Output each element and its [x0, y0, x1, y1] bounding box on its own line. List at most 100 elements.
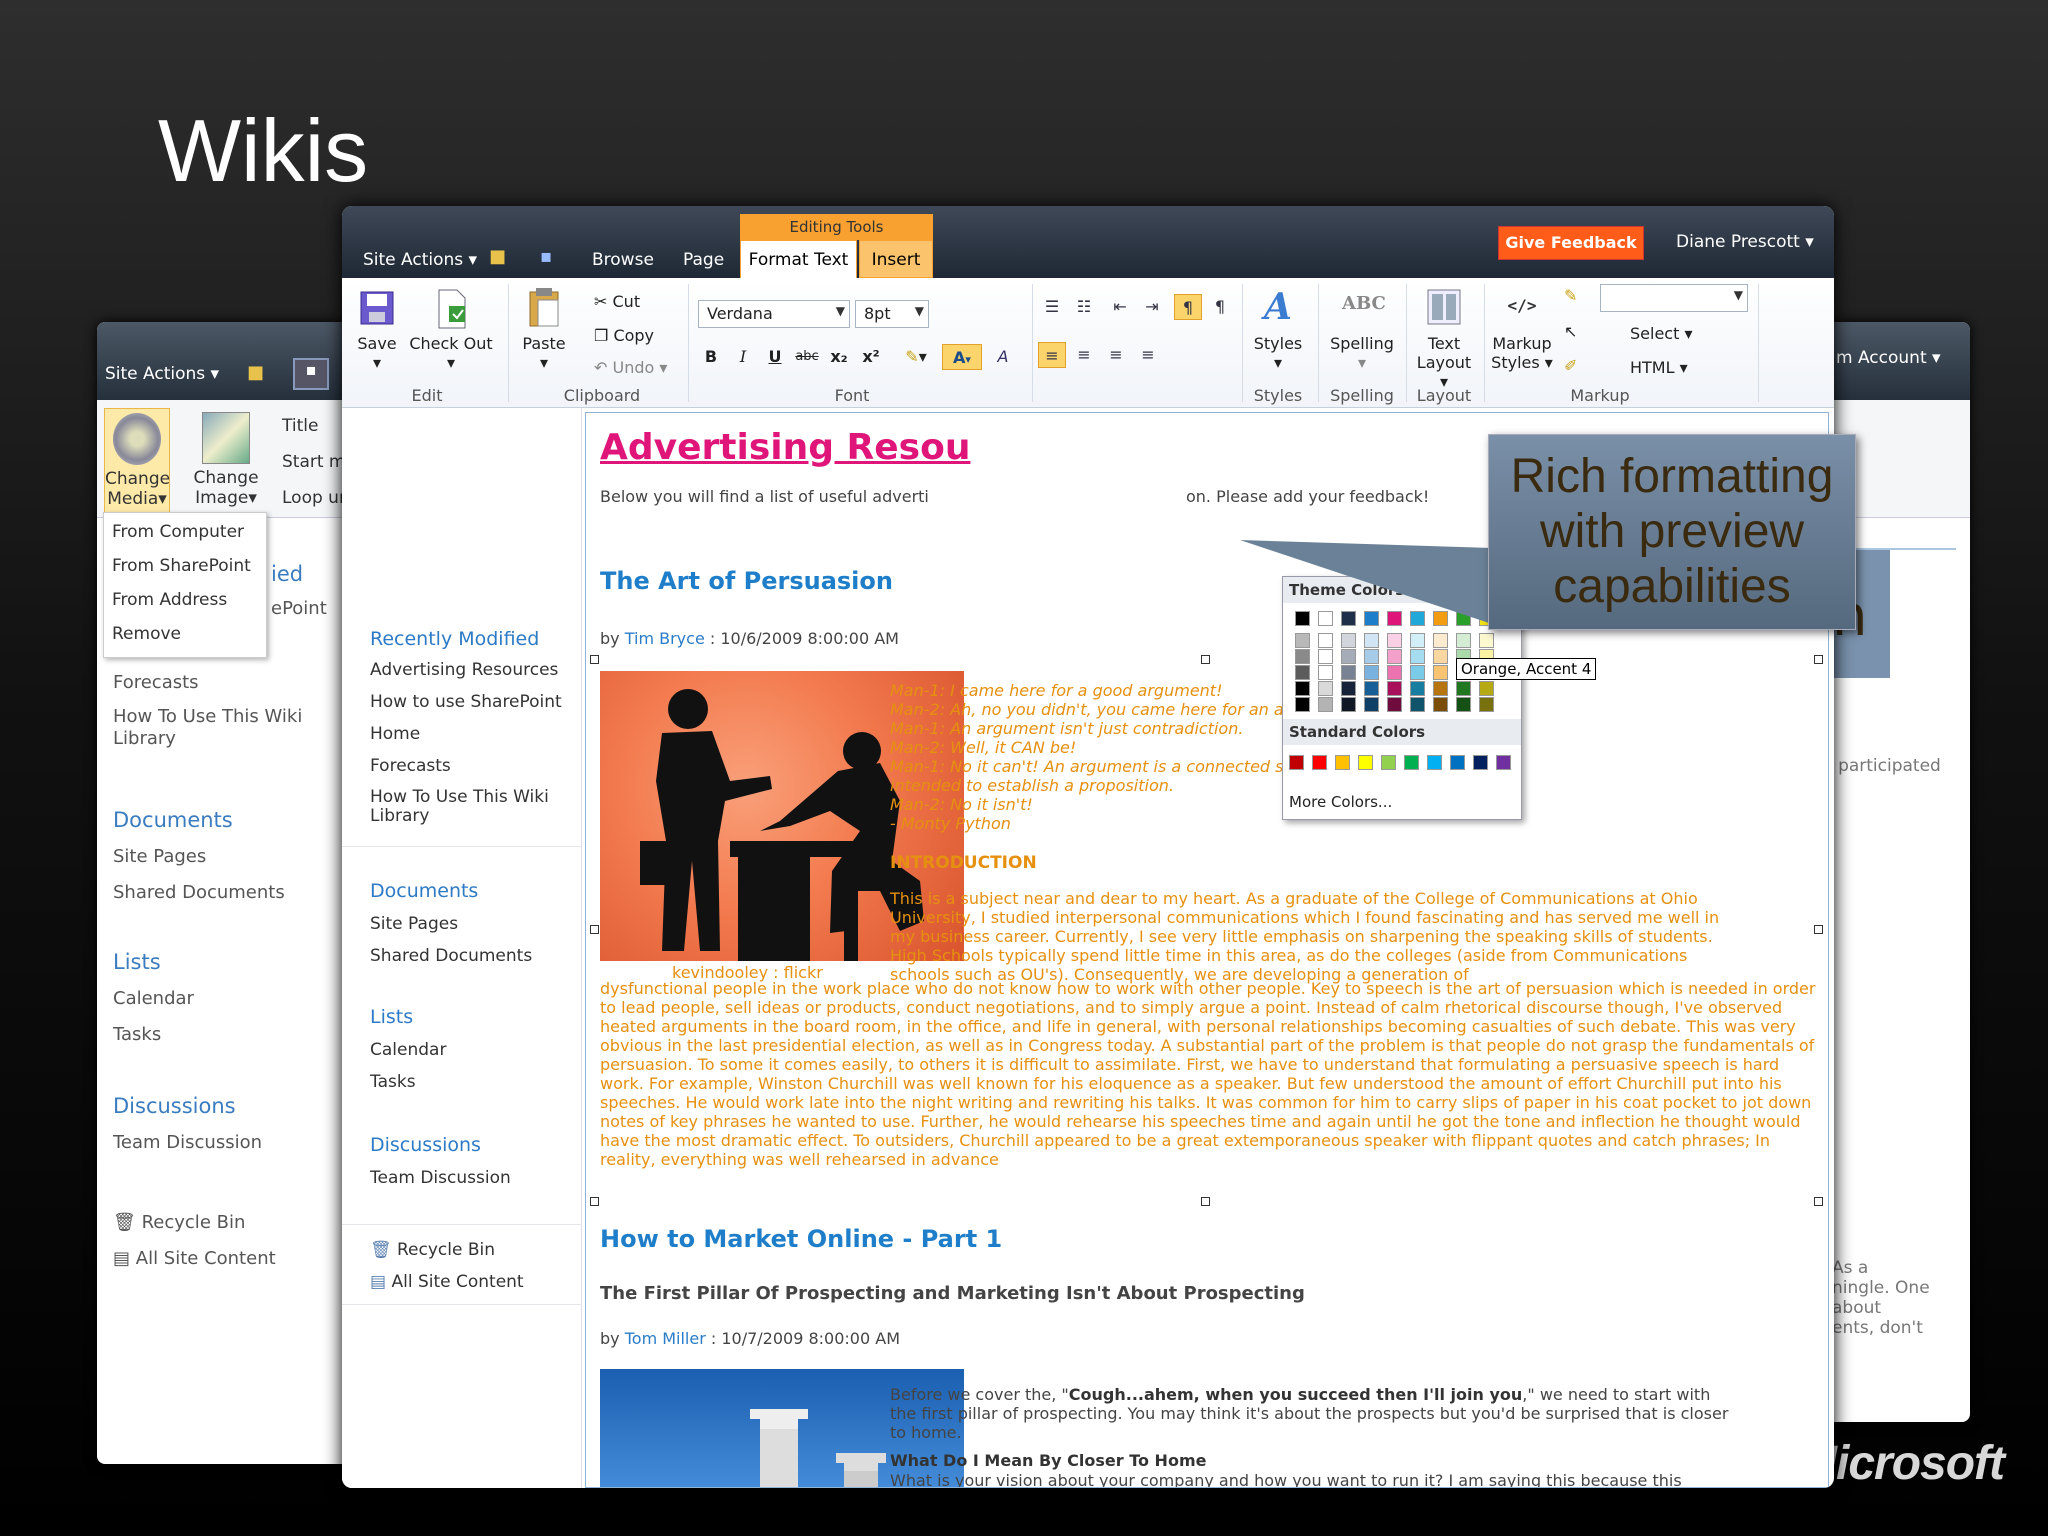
- color-swatch[interactable]: [1341, 665, 1356, 680]
- nav-item-advertising-resources[interactable]: Advertising Resources: [370, 660, 558, 680]
- color-swatch[interactable]: [1410, 665, 1425, 680]
- resize-handle[interactable]: [1201, 655, 1210, 664]
- resize-handle[interactable]: [1814, 1197, 1823, 1206]
- color-swatch[interactable]: [1456, 633, 1471, 648]
- rtl-icon[interactable]: ¶: [1206, 294, 1234, 320]
- nav-item-tasks[interactable]: Tasks: [370, 1072, 416, 1092]
- color-swatch[interactable]: [1456, 681, 1471, 696]
- menu-item-remove[interactable]: Remove: [104, 619, 266, 653]
- nav-item-site-pages[interactable]: Site Pages: [370, 914, 458, 934]
- align-left-icon[interactable]: ≡: [1038, 342, 1066, 368]
- color-swatch[interactable]: [1295, 681, 1310, 696]
- color-swatch[interactable]: [1318, 649, 1333, 664]
- clear-format-icon[interactable]: A: [990, 344, 1016, 370]
- author-link[interactable]: Tim Bryce: [625, 629, 705, 648]
- color-swatch[interactable]: [1479, 681, 1494, 696]
- markup-styles-button[interactable]: </> Markup Styles ▾: [1490, 286, 1554, 372]
- font-family-select[interactable]: Verdana ▼: [698, 300, 850, 328]
- nav-item-team-discussion[interactable]: Team Discussion: [113, 1132, 262, 1153]
- italic-button[interactable]: I: [730, 344, 756, 370]
- color-swatch[interactable]: [1295, 633, 1310, 648]
- nav-item-shared-documents[interactable]: Shared Documents: [113, 882, 285, 903]
- nav-item-how-to-use-sharepoint[interactable]: How to use SharePoint: [370, 692, 562, 712]
- nav-header-recently-modified[interactable]: Recently Modified: [370, 628, 539, 650]
- nav-header-documents[interactable]: Documents: [370, 880, 478, 902]
- color-swatch[interactable]: [1450, 755, 1465, 770]
- nav-item-recycle-bin[interactable]: 🗑 Recycle Bin: [370, 1240, 495, 1260]
- color-swatch[interactable]: [1341, 633, 1356, 648]
- justify-icon[interactable]: ≡: [1134, 342, 1162, 368]
- check-out-button[interactable]: Check Out ▾: [408, 286, 494, 372]
- decrease-indent-icon[interactable]: ⇤: [1106, 294, 1134, 320]
- paste-button[interactable]: Paste ▾: [516, 286, 572, 372]
- nav-item-wiki-library[interactable]: How To Use This Wiki Library: [370, 788, 570, 826]
- color-swatch[interactable]: [1387, 665, 1402, 680]
- nav-item-site-pages[interactable]: Site Pages: [113, 846, 206, 867]
- give-feedback-button[interactable]: Give Feedback: [1498, 226, 1644, 260]
- user-menu[interactable]: Diane Prescott ▾: [1676, 232, 1814, 252]
- color-swatch[interactable]: [1341, 697, 1356, 712]
- html-edit-icon[interactable]: ✐: [1564, 356, 1577, 375]
- color-swatch[interactable]: [1318, 633, 1333, 648]
- menu-item-from-sharepoint[interactable]: From SharePoint: [104, 551, 266, 585]
- nav-header-lists[interactable]: Lists: [370, 1006, 413, 1028]
- color-swatch[interactable]: [1433, 633, 1448, 648]
- nav-item-forecasts[interactable]: Forecasts: [370, 756, 451, 776]
- article-title[interactable]: How to Market Online - Part 1: [600, 1225, 1002, 1253]
- nav-header-discussions[interactable]: Discussions: [113, 1094, 236, 1118]
- save-button[interactable]: Save ▾: [352, 286, 402, 372]
- cut-button[interactable]: ✂ Cut: [594, 292, 640, 311]
- color-swatch[interactable]: [1318, 665, 1333, 680]
- save-icon[interactable]: ▪: [293, 358, 329, 390]
- article-title[interactable]: The Art of Persuasion: [600, 567, 893, 595]
- nav-item-recycle-bin[interactable]: 🗑 Recycle Bin: [113, 1212, 245, 1233]
- nav-item-shared-documents[interactable]: Shared Documents: [370, 946, 532, 966]
- tab-format-text[interactable]: Format Text: [740, 240, 857, 278]
- font-color-button[interactable]: A▾: [942, 344, 982, 370]
- align-center-icon[interactable]: ≡: [1070, 342, 1098, 368]
- nav-header-documents[interactable]: Documents: [113, 808, 233, 832]
- nav-item-wiki-library[interactable]: How To Use This Wiki Library: [113, 706, 333, 750]
- color-swatch[interactable]: [1410, 697, 1425, 712]
- numbered-list-icon[interactable]: ☷: [1070, 294, 1098, 320]
- more-colors-button[interactable]: More Colors...: [1289, 793, 1392, 811]
- tab-page[interactable]: Page: [683, 250, 724, 270]
- nav-item-all-site-content[interactable]: ▤ All Site Content: [370, 1272, 524, 1292]
- color-swatch[interactable]: [1335, 755, 1350, 770]
- nav-item-forecasts[interactable]: Forecasts: [113, 672, 199, 693]
- undo-button[interactable]: ↶ Undo ▾: [594, 358, 667, 377]
- color-swatch[interactable]: [1410, 633, 1425, 648]
- resize-handle[interactable]: [1201, 1197, 1210, 1206]
- color-swatch[interactable]: [1364, 649, 1379, 664]
- color-swatch[interactable]: [1473, 755, 1488, 770]
- color-swatch[interactable]: [1404, 755, 1419, 770]
- language-icon[interactable]: ✎: [1564, 286, 1577, 305]
- bullet-list-icon[interactable]: ☰: [1038, 294, 1066, 320]
- folder-icon[interactable]: ■: [247, 362, 264, 383]
- increase-indent-icon[interactable]: ⇥: [1138, 294, 1166, 320]
- color-swatch[interactable]: [1318, 697, 1333, 712]
- resize-handle[interactable]: [1814, 925, 1823, 934]
- html-button[interactable]: HTML ▾: [1630, 358, 1688, 377]
- color-swatch[interactable]: [1364, 697, 1379, 712]
- nav-header-lists[interactable]: Lists: [113, 950, 161, 974]
- markup-style-select[interactable]: ▼: [1600, 284, 1748, 312]
- resize-handle[interactable]: [590, 1197, 599, 1206]
- color-swatch[interactable]: [1364, 681, 1379, 696]
- nav-item-tasks[interactable]: Tasks: [113, 1024, 161, 1045]
- color-swatch[interactable]: [1410, 649, 1425, 664]
- tab-browse[interactable]: Browse: [592, 250, 654, 270]
- color-swatch[interactable]: [1427, 755, 1442, 770]
- account-menu[interactable]: m Account ▾: [1836, 348, 1941, 368]
- nav-item-all-site-content[interactable]: ▤ All Site Content: [113, 1248, 276, 1269]
- color-swatch[interactable]: [1479, 697, 1494, 712]
- nav-item-calendar[interactable]: Calendar: [370, 1040, 446, 1060]
- menu-item-from-address[interactable]: From Address: [104, 585, 266, 619]
- color-swatch[interactable]: [1387, 633, 1402, 648]
- color-swatch[interactable]: [1295, 665, 1310, 680]
- resize-handle[interactable]: [590, 925, 599, 934]
- color-swatch[interactable]: [1318, 681, 1333, 696]
- color-swatch[interactable]: [1387, 681, 1402, 696]
- superscript-button[interactable]: x²: [858, 344, 884, 370]
- color-swatch[interactable]: [1289, 755, 1304, 770]
